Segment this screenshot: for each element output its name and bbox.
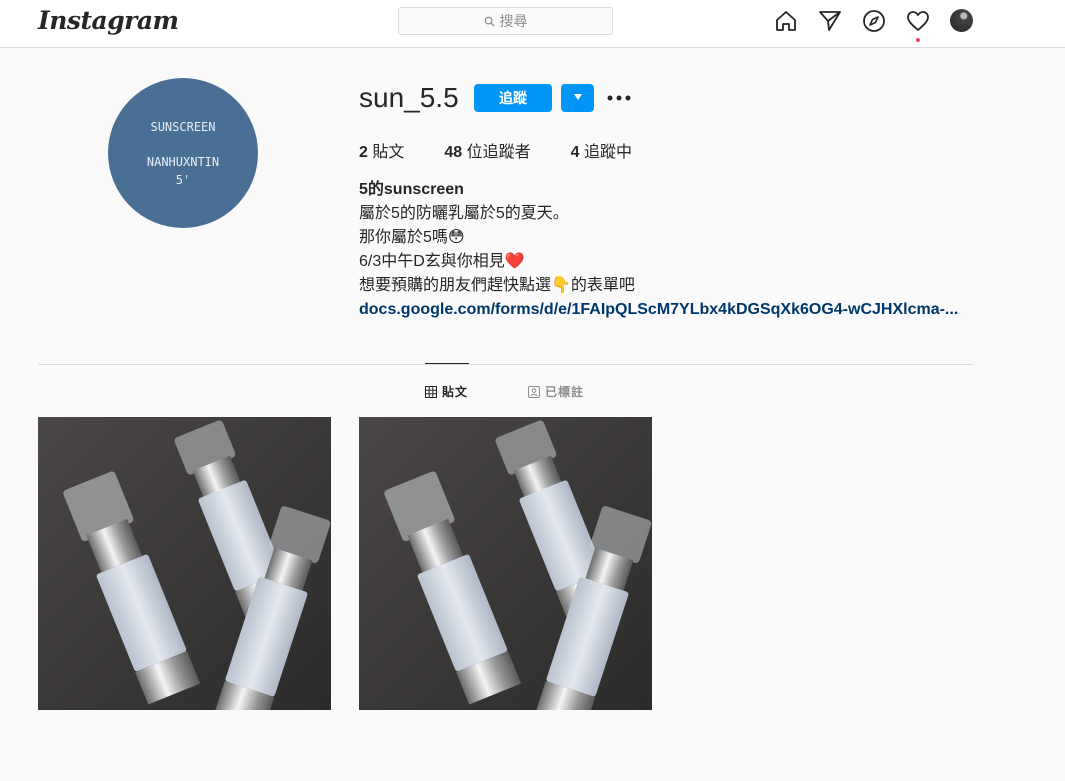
bio-line: 屬於5的防曬乳屬於5的夏天。 — [359, 205, 569, 222]
bio-display-name: 5的sunscreen — [359, 181, 464, 198]
explore-icon[interactable] — [862, 9, 886, 33]
profile-stats: 2 貼文 48 位追蹤者 4 追蹤中 — [359, 138, 672, 162]
search-icon — [484, 16, 495, 27]
following-count: 4 — [570, 144, 580, 161]
bio-line: 6/3中午D玄與你相見❤️ — [359, 253, 525, 270]
direct-message-icon[interactable] — [818, 9, 842, 33]
followers-label: 位追蹤者 — [466, 144, 531, 161]
grid-icon — [425, 385, 437, 398]
avatar-text-line2: NANHUXNTIN — [146, 154, 220, 169]
follow-button[interactable]: 追蹤 — [474, 84, 552, 112]
posts-label: 貼文 — [372, 144, 405, 161]
active-tab-indicator — [425, 363, 469, 364]
more-options-button[interactable] — [606, 86, 632, 110]
tab-posts-label: 貼文 — [442, 385, 469, 399]
profile-username: sun_5.5 — [359, 82, 459, 113]
posts-count: 2 — [359, 144, 368, 161]
profile-picture[interactable]: SUNSCREEN NANHUXNTIN 5' — [108, 78, 258, 228]
following-stat[interactable]: 4 追蹤中 — [571, 138, 632, 162]
home-icon[interactable] — [774, 9, 798, 33]
post-thumbnail[interactable] — [38, 417, 331, 710]
bio-external-link[interactable]: docs.google.com/forms/d/e/1FAIpQLScM7YLb… — [359, 298, 958, 322]
bio-line: 想要預購的朋友們趕快點選👇的表單吧 — [359, 277, 635, 294]
instagram-logo[interactable]: Instagram — [38, 6, 179, 35]
bio-line: 那你屬於5嗎😳 — [359, 229, 465, 246]
following-label: 追蹤中 — [584, 144, 633, 161]
profile-bio: 5的sunscreen 屬於5的防曬乳屬於5的夏天。 那你屬於5嗎😳 6/3中午… — [359, 178, 958, 322]
tab-posts[interactable]: 貼文 — [425, 383, 468, 400]
avatar-text-line3: 5' — [175, 172, 191, 187]
search-placeholder: 搜尋 — [499, 13, 528, 29]
tabs-divider — [38, 364, 973, 365]
top-nav-bar: Instagram 搜尋 — [0, 0, 1065, 48]
search-input[interactable]: 搜尋 — [398, 7, 613, 35]
notification-dot — [916, 38, 920, 42]
sunscreen-bottles-photo — [38, 417, 331, 710]
tab-tagged[interactable]: 已標註 — [528, 383, 584, 400]
followers-stat[interactable]: 48 位追蹤者 — [444, 138, 530, 162]
tagged-icon — [528, 385, 540, 398]
suggested-accounts-dropdown-button[interactable] — [561, 84, 594, 112]
avatar-text-line1: SUNSCREEN — [150, 119, 216, 134]
more-dots-icon — [607, 95, 631, 101]
caret-down-icon — [573, 93, 582, 100]
tab-tagged-label: 已標註 — [545, 385, 585, 399]
activity-heart-icon[interactable] — [906, 9, 930, 33]
post-thumbnail[interactable] — [359, 417, 652, 710]
profile-avatar[interactable] — [950, 9, 973, 32]
followers-count: 48 — [444, 144, 463, 161]
posts-stat: 2 貼文 — [359, 138, 404, 162]
sunscreen-bottles-photo — [359, 417, 652, 710]
